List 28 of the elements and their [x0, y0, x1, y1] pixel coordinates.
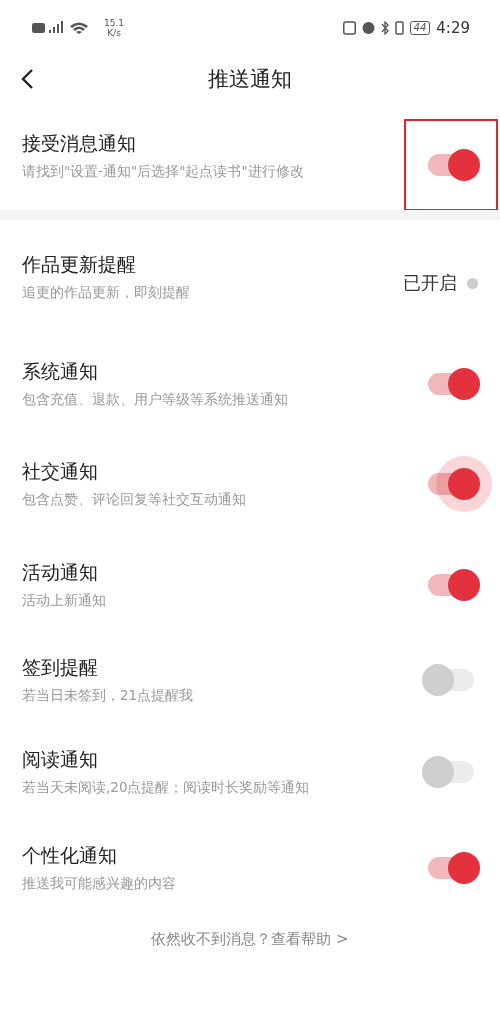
bluetooth-icon	[380, 21, 389, 35]
status-text: 已开启	[403, 271, 457, 295]
setting-title: 接受消息通知	[22, 131, 137, 156]
page-title: 推送通知	[208, 66, 292, 93]
setting-description: 包含充值、退款、用户等级等系统推送通知	[22, 391, 288, 409]
vibrate-icon	[394, 21, 404, 35]
help-link[interactable]: 依然收不到消息？查看帮助 >	[151, 930, 349, 949]
setting-title: 活动通知	[22, 560, 99, 585]
back-icon[interactable]	[20, 68, 34, 90]
network-speed-unit: K/s	[107, 28, 121, 38]
setting-title: 阅读通知	[22, 747, 99, 772]
battery-level: 44	[409, 21, 431, 35]
setting-title: 社交通知	[22, 459, 99, 484]
clock-time: 4:29	[436, 19, 470, 37]
status-dot-icon	[467, 277, 478, 289]
setting-title: 系统通知	[22, 359, 99, 384]
setting-description: 推送我可能感兴趣的内容	[22, 875, 176, 893]
setting-title: 签到提醒	[22, 655, 99, 680]
setting-description: 活动上新通知	[22, 592, 106, 610]
setting-description: 追更的作品更新，即刻提醒	[22, 284, 190, 302]
network-speed-value: 15.1	[104, 18, 125, 28]
setting-title: 个性化通知	[22, 843, 118, 868]
setting-description: 包含点赞、评论回复等社交互动通知	[22, 491, 246, 509]
setting-description: 若当天未阅读,20点提醒；阅读时长奖励等通知	[22, 779, 310, 797]
setting-description: 请找到"设置-通知"后选择"起点读书"进行修改	[22, 163, 304, 181]
toggle-thumb	[448, 149, 480, 181]
setting-description: 若当日未签到，21点提醒我	[22, 687, 194, 705]
setting-title: 作品更新提醒	[22, 252, 137, 277]
